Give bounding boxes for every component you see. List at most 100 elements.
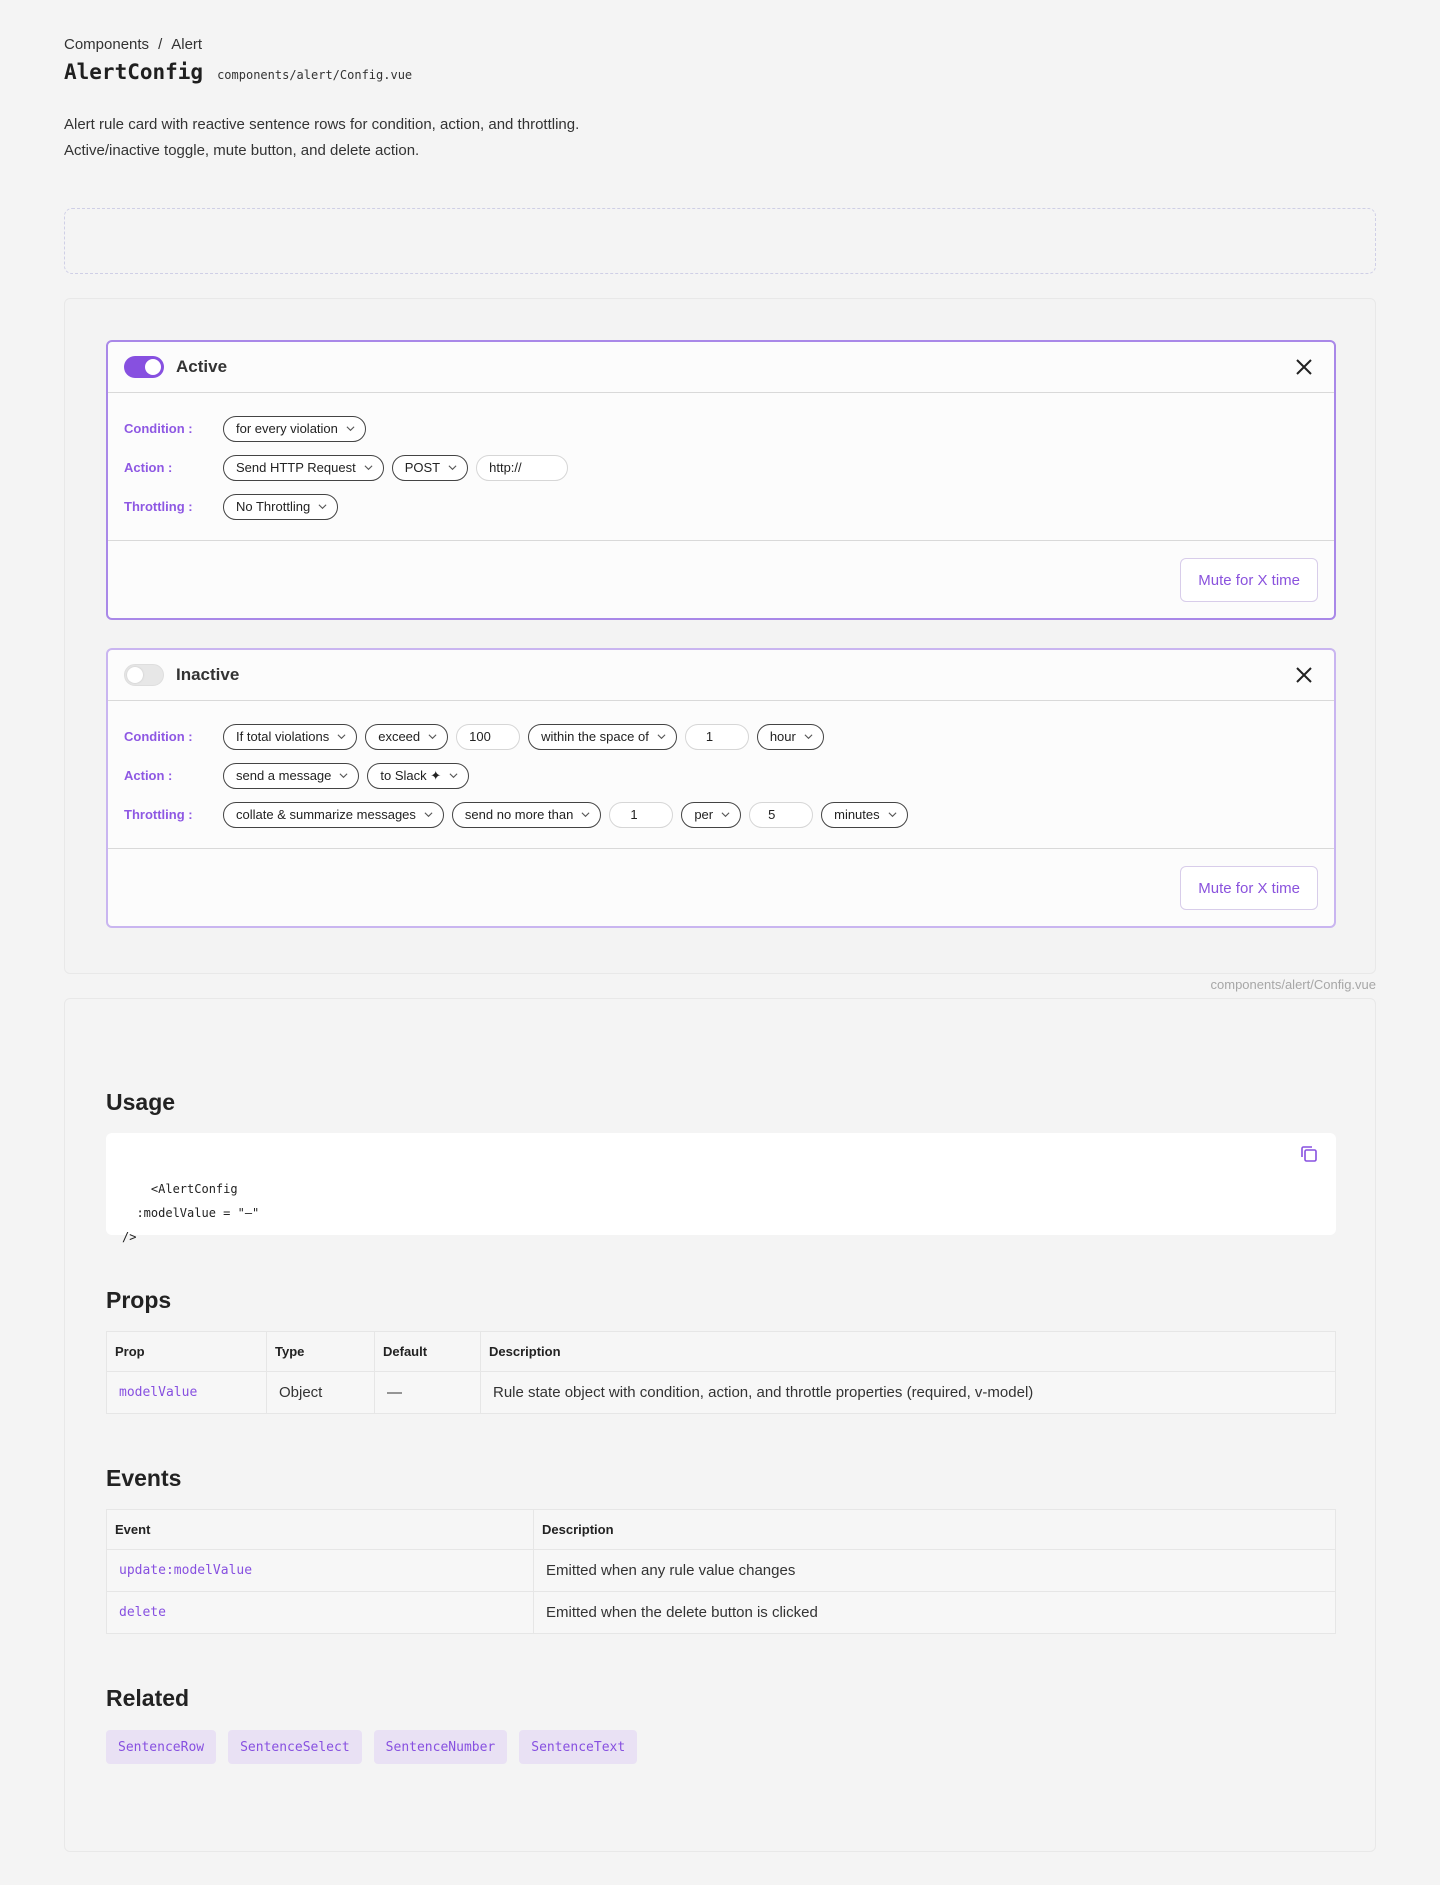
- action-type-select[interactable]: send a message: [223, 762, 360, 789]
- period-input[interactable]: 5: [749, 801, 814, 828]
- event-description: Emitted when the delete button is clicke…: [533, 1591, 1336, 1634]
- channel-select[interactable]: to Slack ✦: [367, 762, 470, 789]
- prop-description: Rule state object with condition, action…: [480, 1371, 1336, 1414]
- toggle-knob: [127, 667, 143, 683]
- select-value: send a message: [236, 768, 332, 783]
- chevron-down-icon: [339, 773, 348, 779]
- action-type-select[interactable]: Send HTTP Request: [223, 454, 384, 481]
- title-row: AlertConfig components/alert/Config.vue: [64, 60, 412, 84]
- events-table: Event Description update:modelValue Emit…: [106, 1509, 1336, 1634]
- condition-type-select[interactable]: If total violations: [223, 723, 358, 750]
- description-line-1: Alert rule card with reactive sentence r…: [64, 116, 580, 133]
- chevron-down-icon: [888, 812, 897, 818]
- related-link-sentenceselect[interactable]: SentenceSelect: [228, 1730, 362, 1764]
- condition-label: Condition :: [124, 421, 193, 436]
- copy-icon[interactable]: [1298, 1143, 1320, 1165]
- related-list: SentenceRow SentenceSelect SentenceNumbe…: [106, 1730, 638, 1764]
- related-link-sentencenumber[interactable]: SentenceNumber: [373, 1730, 508, 1764]
- related-link-sentencerow[interactable]: SentenceRow: [106, 1730, 217, 1764]
- table-row: update:modelValue Emitted when any rule …: [106, 1549, 1336, 1592]
- component-path: components/alert/Config.vue: [217, 68, 413, 82]
- window-unit-select[interactable]: hour: [756, 723, 824, 750]
- source-path: components/alert/Config.vue: [1210, 977, 1376, 992]
- input-value: 5: [768, 807, 776, 822]
- input-value: 1: [630, 807, 638, 822]
- event-description: Emitted when any rule value changes: [533, 1549, 1336, 1592]
- input-value: 1: [705, 729, 714, 744]
- throttling-row: Throttling : collate & summarize message…: [124, 795, 1318, 834]
- select-value: If total violations: [236, 729, 330, 744]
- window-count-input[interactable]: 1: [684, 723, 749, 750]
- mute-button[interactable]: Mute for X time: [1180, 866, 1318, 910]
- demo-container: Active Condition : for every violation A…: [64, 298, 1376, 974]
- close-icon[interactable]: [1292, 355, 1316, 379]
- column-header: Prop: [106, 1331, 267, 1372]
- chevron-down-icon: [318, 504, 327, 510]
- active-toggle[interactable]: [124, 664, 164, 686]
- per-select[interactable]: per: [681, 801, 742, 828]
- description-line-2: Active/inactive toggle, mute button, and…: [64, 142, 420, 159]
- column-header: Default: [374, 1331, 481, 1372]
- card-header: Inactive: [108, 650, 1334, 701]
- action-row: Action : Send HTTP Request POST http://: [124, 448, 1318, 487]
- throttling-mode-select[interactable]: collate & summarize messages: [223, 801, 444, 828]
- table-row: delete Emitted when the delete button is…: [106, 1591, 1336, 1634]
- page-title: AlertConfig: [64, 60, 204, 84]
- chevron-down-icon: [424, 812, 433, 818]
- condition-row: Condition : If total violations exceed 1…: [124, 717, 1318, 756]
- select-value: within the space of: [541, 729, 649, 744]
- chevron-down-icon: [581, 812, 590, 818]
- select-value: POST: [404, 460, 441, 475]
- close-icon[interactable]: [1292, 663, 1316, 687]
- chevron-down-icon: [364, 465, 373, 471]
- prop-type: Object: [266, 1371, 375, 1414]
- http-method-select[interactable]: POST: [391, 454, 469, 481]
- period-unit-select[interactable]: minutes: [821, 801, 908, 828]
- select-value: Send HTTP Request: [236, 460, 356, 475]
- event-name: delete: [106, 1591, 534, 1634]
- throttling-row: Throttling : No Throttling: [124, 487, 1318, 526]
- chevron-down-icon: [346, 426, 355, 432]
- action-row: Action : send a message to Slack ✦: [124, 756, 1318, 795]
- docs-panel: Usage <AlertConfig :modelValue = "—" /> …: [64, 998, 1376, 1852]
- page-description: Alert rule card with reactive sentence r…: [64, 112, 579, 164]
- select-value: per: [694, 807, 714, 822]
- breadcrumb-components[interactable]: Components: [64, 36, 149, 53]
- state-label: Active: [176, 357, 228, 376]
- select-value: No Throttling: [236, 499, 311, 514]
- chevron-down-icon: [804, 734, 813, 740]
- active-toggle[interactable]: [124, 356, 164, 378]
- alert-card-inactive: Inactive Condition : If total violations…: [106, 648, 1336, 928]
- card-footer: Mute for X time: [108, 849, 1334, 926]
- rate-limit-select[interactable]: send no more than: [451, 801, 602, 828]
- select-value: send no more than: [464, 807, 574, 822]
- throttling-select[interactable]: No Throttling: [223, 493, 339, 520]
- breadcrumb-separator: /: [158, 36, 163, 53]
- chevron-down-icon: [448, 465, 457, 471]
- throttling-label: Throttling :: [124, 807, 193, 822]
- table-row: modelValue Object — Rule state object wi…: [106, 1371, 1336, 1414]
- related-link-sentencetext[interactable]: SentenceText: [519, 1730, 638, 1764]
- rate-count-input[interactable]: 1: [609, 801, 674, 828]
- threshold-input[interactable]: 100: [456, 723, 521, 750]
- prop-name: modelValue: [106, 1371, 267, 1414]
- column-header: Event: [106, 1509, 534, 1550]
- input-value: http://: [489, 460, 522, 475]
- chevron-down-icon: [428, 734, 437, 740]
- props-table: Prop Type Default Description modelValue…: [106, 1331, 1336, 1414]
- select-value: for every violation: [236, 421, 338, 436]
- usage-heading: Usage: [106, 1089, 176, 1115]
- select-value: exceed: [378, 729, 421, 744]
- chevron-down-icon: [449, 773, 458, 779]
- chevron-down-icon: [657, 734, 666, 740]
- condition-label: Condition :: [124, 729, 193, 744]
- mute-button[interactable]: Mute for X time: [1180, 558, 1318, 602]
- url-input[interactable]: http://: [476, 454, 569, 481]
- select-value: to Slack ✦: [380, 767, 442, 783]
- comparison-select[interactable]: exceed: [365, 723, 449, 750]
- props-heading: Props: [106, 1287, 172, 1313]
- condition-select[interactable]: for every violation: [223, 415, 366, 442]
- window-select[interactable]: within the space of: [528, 723, 677, 750]
- usage-code: <AlertConfig :modelValue = "—" />: [122, 1182, 260, 1244]
- table-header-row: Prop Type Default Description: [106, 1331, 1336, 1372]
